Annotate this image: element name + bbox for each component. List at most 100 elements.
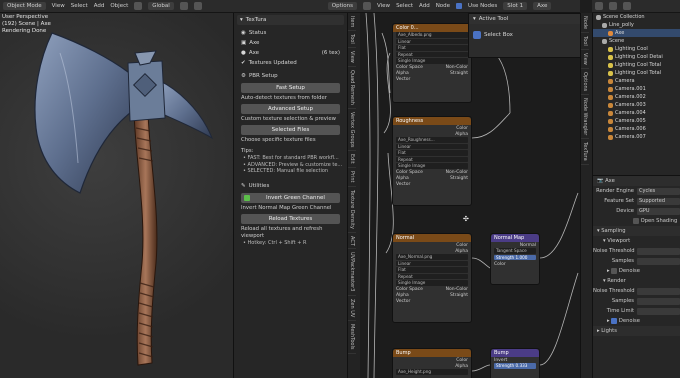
projection-field[interactable]: Flat <box>396 45 468 51</box>
render-denoise-row[interactable]: ▸ Denoise <box>593 316 680 326</box>
tab-textura[interactable]: TexTura <box>581 139 589 166</box>
tab-texture-density[interactable]: Texture Density <box>348 187 356 233</box>
menu-view[interactable]: View <box>52 3 65 9</box>
use-nodes-checkbox[interactable] <box>456 3 463 9</box>
selected-files-button[interactable]: Selected Files <box>241 125 340 135</box>
render-subheader[interactable]: ▾ Render <box>593 276 680 286</box>
tab-view[interactable]: View <box>348 48 356 67</box>
outliner-item[interactable]: Axe <box>593 29 680 37</box>
outliner-item[interactable]: Camera <box>593 77 680 85</box>
open-shading-checkbox[interactable] <box>633 218 639 224</box>
tab-view[interactable]: View <box>581 50 589 69</box>
space-field[interactable]: Tangent Space <box>494 248 536 254</box>
sampling-header[interactable]: ▾ Sampling <box>593 226 680 236</box>
tab-uvpackmaster[interactable]: UVPackmaster3 <box>348 249 356 296</box>
mode-dropdown[interactable]: Object Mode <box>3 2 46 10</box>
material-dropdown[interactable]: Axe <box>533 2 552 10</box>
denoise-checkbox[interactable] <box>611 318 618 324</box>
tab-node-wrangler[interactable]: Node Wrangler <box>581 95 589 140</box>
image-file-field[interactable]: Axe_Height.png <box>396 369 468 375</box>
outliner-item[interactable]: Scene Collection <box>593 13 680 21</box>
invert-green-button[interactable]: Invert Green Channel <box>241 192 340 203</box>
tab-tool[interactable]: Tool <box>581 33 589 50</box>
outliner-item[interactable]: Lighting Cool Detai <box>593 53 680 61</box>
utilities-header[interactable]: ✎ Utilities <box>237 181 344 191</box>
advanced-setup-button[interactable]: Advanced Setup <box>241 104 340 114</box>
denoise-checkbox[interactable] <box>611 268 618 274</box>
tab-quad-remesh[interactable]: Quad Remesh <box>348 67 356 109</box>
node-menu-add[interactable]: Add <box>419 3 430 9</box>
tab-tool[interactable]: Tool <box>348 31 356 49</box>
pbr-setup-header[interactable]: ⚙ PBR Setup <box>237 71 344 81</box>
proportional-icon[interactable] <box>193 2 202 10</box>
node-editor-canvas[interactable]: Color 0... Axe_Albedo.png Linear Flat Re… <box>360 13 580 378</box>
outliner-item[interactable]: Lighting Cool Total <box>593 69 680 77</box>
outliner-type-icon[interactable] <box>595 2 603 10</box>
render-samples-row[interactable]: Samples <box>593 296 680 306</box>
viewport-samples-row[interactable]: Samples <box>593 256 680 266</box>
image-texture-node-height[interactable]: Bump Color Alpha Axe_Height.png <box>392 348 472 378</box>
reload-textures-button[interactable]: Reload Textures <box>241 213 340 224</box>
image-texture-node-color[interactable]: Color 0... Axe_Albedo.png Linear Flat Re… <box>392 23 472 103</box>
image-file-field[interactable]: Axe_Normal.png <box>396 254 468 260</box>
select-box-row[interactable]: Select Box <box>469 30 580 40</box>
source-field[interactable]: Single Image <box>396 280 468 286</box>
interpolation-field[interactable]: Linear <box>396 143 468 149</box>
extension-field[interactable]: Repeat <box>396 51 468 57</box>
editor-type-icon[interactable] <box>363 2 371 10</box>
tab-edit[interactable]: Edit <box>348 151 356 169</box>
outliner-item[interactable]: Camera.007 <box>593 133 680 141</box>
render-noise-row[interactable]: Noise Threshold <box>593 286 680 296</box>
feature-set-value[interactable]: Supported <box>637 197 680 205</box>
outliner-item[interactable]: Scene <box>593 37 680 45</box>
tab-options[interactable]: Options <box>581 69 589 95</box>
node-menu-node[interactable]: Node <box>436 3 450 9</box>
strength-field[interactable]: Strength 1.000 <box>494 254 536 260</box>
outliner-item[interactable]: Camera.002 <box>593 93 680 101</box>
extension-field[interactable]: Repeat <box>396 156 468 162</box>
device-row[interactable]: Device GPU <box>593 206 680 216</box>
outliner-item[interactable]: Camera.003 <box>593 101 680 109</box>
source-field[interactable]: Single Image <box>396 163 468 169</box>
tab-meshtools[interactable]: MeshTools <box>348 321 356 354</box>
interpolation-field[interactable]: Linear <box>396 260 468 266</box>
tab-act[interactable]: ACT <box>348 233 356 250</box>
3d-viewport[interactable]: User Perspective (192) Scene | Axe Rende… <box>0 13 233 378</box>
source-field[interactable]: Single Image <box>396 58 468 64</box>
snap-icon[interactable] <box>179 2 188 10</box>
textura-header[interactable]: ▾ TexTura <box>237 15 344 25</box>
options-dropdown[interactable]: Options <box>327 2 357 10</box>
tab-item[interactable]: Item <box>348 13 356 32</box>
menu-add[interactable]: Add <box>94 3 105 9</box>
image-texture-node-roughness[interactable]: Roughness Color Alpha Axe_Roughness... L… <box>392 116 472 206</box>
render-engine-value[interactable]: Cycles <box>637 187 680 195</box>
node-menu-view[interactable]: View <box>377 3 390 9</box>
outliner-item[interactable]: Camera.006 <box>593 125 680 133</box>
time-limit-row[interactable]: Time Limit <box>593 306 680 316</box>
lights-header[interactable]: ▸ Lights <box>593 326 680 336</box>
outliner-item[interactable]: Line_polly <box>593 21 680 29</box>
node-menu-select[interactable]: Select <box>396 3 413 9</box>
noise-threshold-value[interactable] <box>637 247 680 255</box>
bump-node[interactable]: Bump Invert Strength 0.333 <box>490 348 540 378</box>
image-texture-node-normal[interactable]: Normal Color Alpha Axe_Normal.png Linear… <box>392 233 472 323</box>
tab-print[interactable]: Print <box>348 168 356 187</box>
feature-set-row[interactable]: Feature Set Supported <box>593 196 680 206</box>
samples-value[interactable] <box>637 257 680 265</box>
slot-dropdown[interactable]: Slot 1 <box>503 2 528 10</box>
outliner-item[interactable]: Camera.005 <box>593 117 680 125</box>
fast-setup-button[interactable]: Fast Setup <box>241 83 340 93</box>
extension-field[interactable]: Repeat <box>396 273 468 279</box>
menu-select[interactable]: Select <box>71 3 88 9</box>
menu-object[interactable]: Object <box>110 3 128 9</box>
normal-map-node[interactable]: Normal Map Normal Tangent Space Strength… <box>490 233 540 285</box>
viewport-noise-row[interactable]: Noise Threshold <box>593 246 680 256</box>
orientation-dropdown[interactable]: Global <box>148 2 174 10</box>
device-value[interactable]: GPU <box>637 207 680 215</box>
status-header[interactable]: ◉ Status <box>237 28 344 38</box>
tab-zen-uv[interactable]: Zen UV <box>348 296 356 322</box>
viewport-denoise-row[interactable]: ▸ Denoise <box>593 266 680 276</box>
projection-field[interactable]: Flat <box>396 150 468 156</box>
time-limit-value[interactable] <box>637 307 680 315</box>
projection-field[interactable]: Flat <box>396 267 468 273</box>
